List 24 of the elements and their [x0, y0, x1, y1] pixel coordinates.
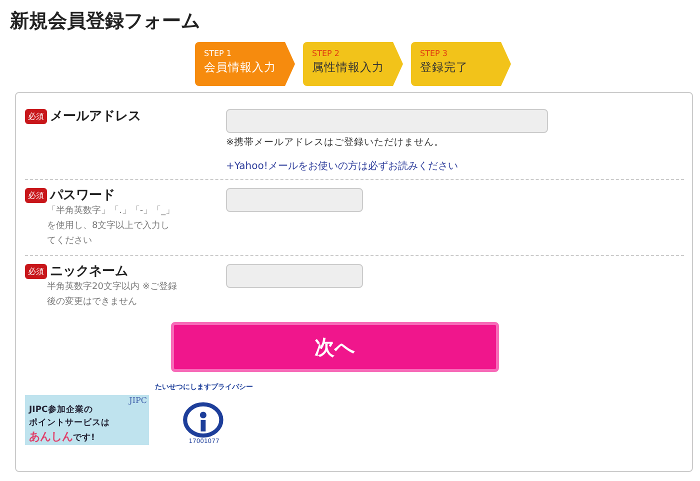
banner-highlight: あんしん: [29, 430, 73, 443]
step-indicator: STEP 3 登録完了: [411, 42, 511, 86]
banner-text: JIPC参加企業の: [29, 404, 93, 417]
step-indicator: STEP 1 会員情報入力: [195, 42, 295, 86]
input-field[interactable]: [226, 109, 548, 133]
step-indicator: STEP 2 属性情報入力: [303, 42, 403, 86]
field-label: ニックネーム: [50, 263, 128, 280]
banner-text: です!: [73, 432, 95, 445]
page-title: 新規会員登録フォーム: [10, 9, 201, 34]
banner-text: ポイントサービスは: [29, 417, 111, 430]
input-field[interactable]: [226, 188, 363, 212]
input-field[interactable]: [226, 264, 363, 288]
field-label: パスワード: [50, 187, 115, 204]
field-label: メールアドレス: [50, 108, 141, 125]
required-badge: 必須: [25, 264, 47, 278]
jipc-logo: JIPC: [129, 396, 147, 405]
next-button[interactable]: 次へ: [170, 322, 498, 372]
required-badge: 必須: [25, 188, 47, 202]
yahoo-mail-link[interactable]: +Yahoo!メールをお使いの方は必ずお読みください: [226, 159, 548, 173]
field-hint: 「半角英数字」「.」「-」「_」を使用し、8文字以上で入力してください: [47, 204, 176, 248]
field-hint: 半角英数字20文字以内 ※ご登録後の変更はできません: [47, 280, 177, 309]
field-note: ※携帯メールアドレスはご登録いただけません。: [226, 136, 445, 149]
required-badge: 必須: [25, 108, 47, 124]
jipc-banner[interactable]: JIPC JIPC参加企業の ポイントサービスは あんしんです!: [25, 395, 149, 445]
